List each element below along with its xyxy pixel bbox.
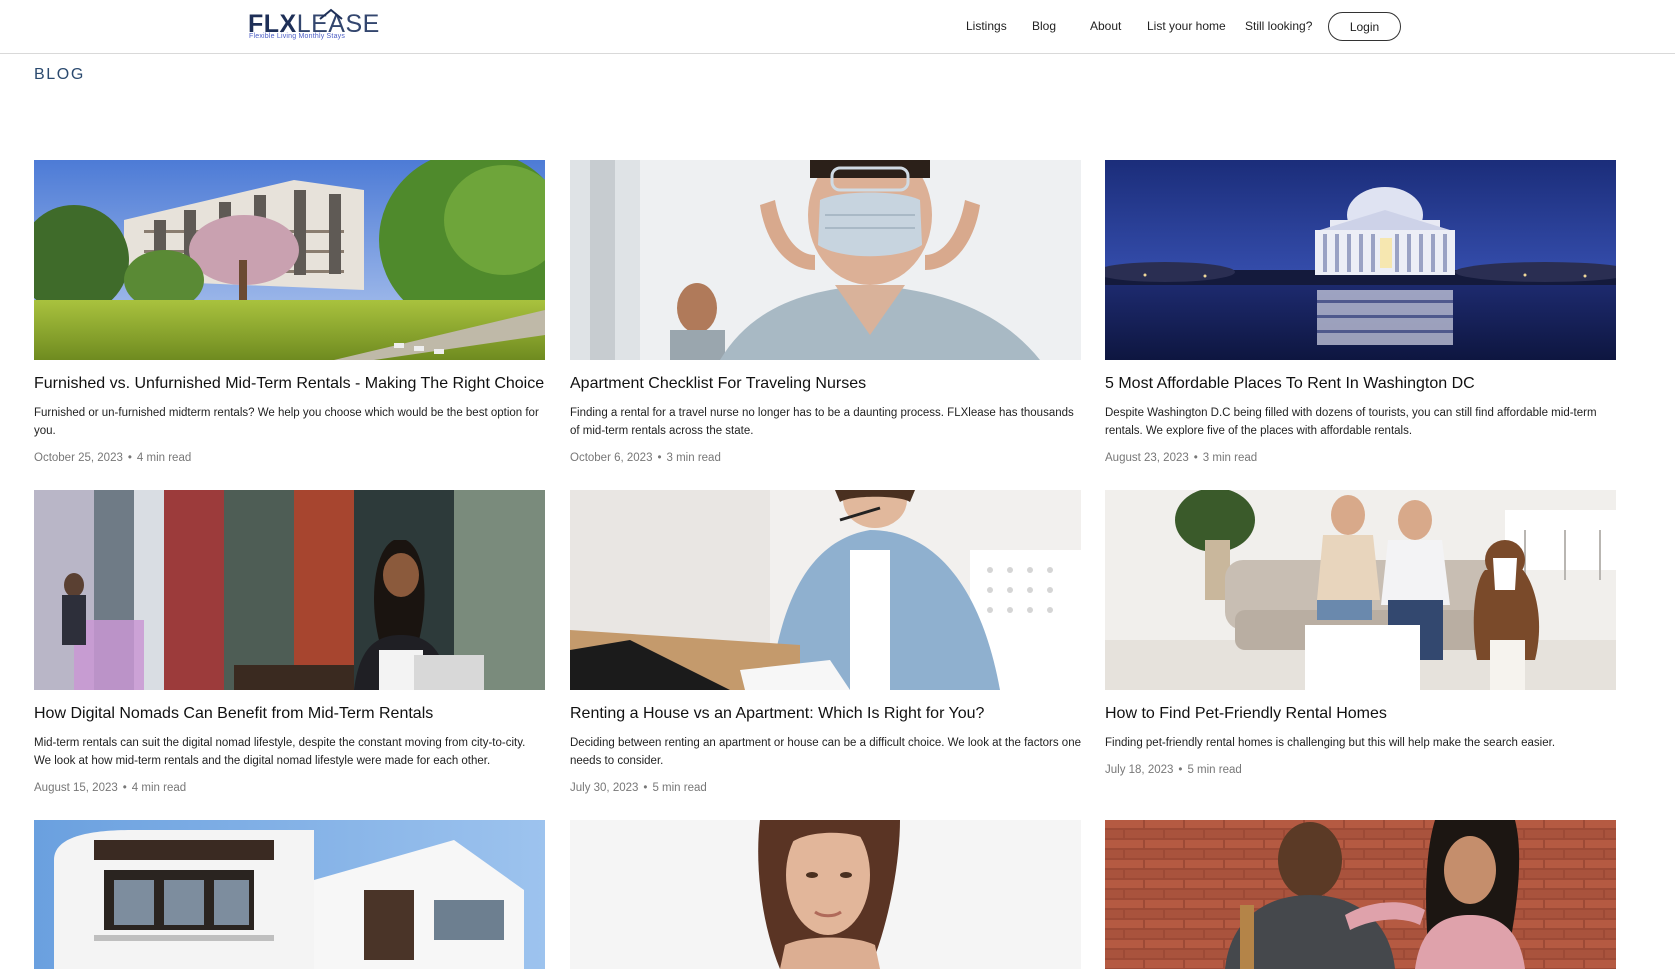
top-navigation-bar: FLXLEASE Flexible Living Monthly Stays L… xyxy=(0,0,1675,54)
couple-brick-wall-photo xyxy=(1105,820,1616,969)
post-thumbnail-woman-thinking[interactable] xyxy=(570,820,1081,969)
post-meta: July 18, 2023 • 5 min read xyxy=(1105,764,1242,776)
logo-tagline: Flexible Living Monthly Stays xyxy=(249,33,346,40)
post-date: October 25, 2023 xyxy=(34,452,123,464)
post-read-time: 3 min read xyxy=(666,452,721,464)
nav-about[interactable]: About xyxy=(1090,19,1121,33)
post-thumbnail-modern-house[interactable] xyxy=(34,820,545,969)
post-meta: August 15, 2023 • 4 min read xyxy=(34,782,187,794)
post-date: October 6, 2023 xyxy=(570,452,653,464)
post-thumbnail-garden-apartments[interactable] xyxy=(34,160,545,360)
post-date: July 30, 2023 xyxy=(570,782,639,794)
post-thumbnail-couple-dog[interactable] xyxy=(1105,490,1616,690)
post-date: August 15, 2023 xyxy=(34,782,118,794)
couple-dog-photo xyxy=(1105,490,1616,690)
post-meta: October 25, 2023 • 4 min read xyxy=(34,452,192,464)
post-title[interactable]: How Digital Nomads Can Benefit from Mid-… xyxy=(34,704,564,724)
modern-house-photo xyxy=(34,820,545,969)
post-description: Finding a rental for a travel nurse no l… xyxy=(570,407,1074,437)
post-thumbnail-woman-laptop[interactable] xyxy=(570,490,1081,690)
post-read-time: 5 min read xyxy=(1187,764,1242,776)
post-meta: August 23, 2023 • 3 min read xyxy=(1105,452,1258,464)
digital-nomad-photo xyxy=(34,490,545,690)
post-title[interactable]: Furnished vs. Unfurnished Mid-Term Renta… xyxy=(34,374,564,394)
post-description: Despite Washington D.C being filled with… xyxy=(1105,407,1597,437)
post-description: Mid-term rentals can suit the digital no… xyxy=(34,737,526,767)
post-read-time: 5 min read xyxy=(652,782,707,794)
post-thumbnail-nurse[interactable] xyxy=(570,160,1081,360)
flxlease-logo[interactable]: FLXLEASE Flexible Living Monthly Stays xyxy=(248,8,379,43)
page-title: BLOG xyxy=(34,66,85,83)
post-thumbnail-jefferson-memorial[interactable] xyxy=(1105,160,1616,360)
woman-laptop-photo xyxy=(570,490,1081,690)
jefferson-memorial-photo xyxy=(1105,160,1616,360)
post-read-time: 4 min read xyxy=(136,452,192,464)
post-thumbnail-digital-nomad[interactable] xyxy=(34,490,545,690)
post-date: July 18, 2023 xyxy=(1105,764,1174,776)
login-button[interactable]: Login xyxy=(1328,12,1401,41)
post-title[interactable]: Renting a House vs an Apartment: Which I… xyxy=(570,704,1100,724)
post-title[interactable]: Apartment Checklist For Traveling Nurses xyxy=(570,374,1100,394)
post-description: Deciding between renting an apartment or… xyxy=(570,737,1081,767)
post-read-time: 4 min read xyxy=(131,782,187,794)
nav-listings[interactable]: Listings xyxy=(966,19,1007,33)
post-description: Furnished or un-furnished midterm rental… xyxy=(34,407,539,437)
woman-thinking-photo xyxy=(570,820,1081,969)
house-roof-icon xyxy=(319,8,343,20)
post-meta: October 6, 2023 • 3 min read xyxy=(570,452,721,464)
post-thumbnail-couple-brick-wall[interactable] xyxy=(1105,820,1616,969)
nav-list-your-home[interactable]: List your home xyxy=(1147,19,1226,33)
post-date: August 23, 2023 xyxy=(1105,452,1189,464)
post-title[interactable]: 5 Most Affordable Places To Rent In Wash… xyxy=(1105,374,1635,394)
nurse-mask-photo xyxy=(570,160,1081,360)
post-meta: July 30, 2023 • 5 min read xyxy=(570,782,707,794)
post-title[interactable]: How to Find Pet-Friendly Rental Homes xyxy=(1105,704,1635,724)
post-read-time: 3 min read xyxy=(1202,452,1258,464)
garden-apartments-photo xyxy=(34,160,545,360)
post-description: Finding pet-friendly rental homes is cha… xyxy=(1105,737,1556,749)
nav-blog[interactable]: Blog xyxy=(1032,19,1056,33)
nav-still-looking[interactable]: Still looking? xyxy=(1245,19,1312,33)
